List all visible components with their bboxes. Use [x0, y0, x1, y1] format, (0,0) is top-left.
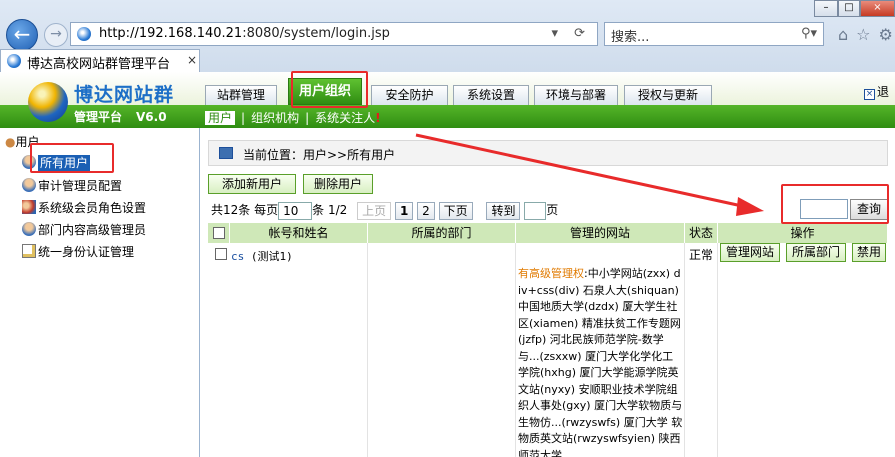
department-button[interactable]: 所属部门	[786, 243, 846, 262]
col-sites: 管理的网站	[516, 223, 685, 243]
select-all-checkbox[interactable]	[213, 227, 225, 239]
breadcrumb-text: 当前位置：用户>>所有用户	[243, 148, 396, 162]
arrow-head	[736, 197, 764, 216]
select-all-cell	[208, 223, 230, 243]
col-department: 所属的部门	[368, 223, 516, 243]
sidebar-item-dept-admin[interactable]: 部门内容高级管理员	[22, 221, 146, 238]
browser-search-input[interactable]: 搜索... ⚲▾	[604, 22, 824, 46]
user-icon	[22, 178, 36, 192]
tab-environment-deployment[interactable]: 环境与部署	[534, 85, 618, 105]
col-divider	[208, 243, 368, 457]
col-status: 状态	[685, 223, 718, 243]
prev-page-button[interactable]: 上页	[357, 201, 392, 220]
pagination: 共12条 每页 10 条 1/2 上页 1 2 下页 转到 页	[211, 201, 558, 220]
col-divider	[685, 243, 718, 457]
goto-page-input[interactable]	[524, 201, 547, 220]
address-bar[interactable]: http://192.168.140.21:8080/system/login.…	[70, 22, 598, 46]
page-info: 1/2	[327, 203, 348, 217]
per-page-label: 每页	[254, 203, 279, 217]
managed-sites-text: 有高级管理权:中小学网站(zxx) div+css(div) 石泉人大(shiq…	[518, 267, 683, 457]
forward-arrow-icon[interactable]: →	[44, 23, 68, 47]
highlight-query	[781, 184, 889, 224]
delete-user-button[interactable]: 删除用户	[303, 174, 373, 194]
subnav: 用户 | 组织机构 | 系统关注人!	[205, 109, 387, 126]
page-1-button[interactable]: 1	[394, 201, 414, 220]
page-2-button[interactable]: 2	[417, 201, 435, 220]
tab-favicon-icon	[7, 54, 21, 68]
breadcrumb: 当前位置：用户>>所有用户	[208, 140, 888, 166]
window-controls: – □ ×	[814, 0, 895, 17]
row-status: 正常	[689, 248, 714, 262]
tab-title: 博达高校网站群管理平台	[27, 57, 171, 72]
total-count: 共12条	[211, 203, 251, 217]
users-group-icon	[22, 200, 36, 214]
close-window-button[interactable]: ×	[860, 0, 895, 17]
page-suffix: 页	[546, 203, 559, 217]
col-actions: 操作	[790, 226, 815, 240]
highlight-user-org-tab	[291, 71, 368, 108]
search-icon[interactable]: ⚲▾	[801, 26, 817, 41]
sidebar-item-audit-admin[interactable]: 审计管理员配置	[22, 177, 122, 194]
site-favicon-icon	[77, 27, 91, 41]
subnav-system-watchers[interactable]: 系统关注人!	[315, 111, 381, 125]
address-url[interactable]: http://192.168.140.21:8080/system/login.…	[99, 26, 390, 41]
refresh-icon[interactable]: ▾ ⟳	[551, 26, 591, 41]
logo-subtitle: 管理平台 V6.0	[74, 110, 167, 124]
table-header: 帐号和姓名 所属的部门 管理的网站 状态 操作	[208, 223, 887, 243]
tab-security[interactable]: 安全防护	[371, 85, 448, 105]
subnav-organization[interactable]: 组织机构	[251, 111, 299, 125]
alert-icon: !	[375, 111, 381, 125]
goto-page-button[interactable]: 转到	[486, 201, 521, 220]
monitor-icon	[219, 147, 233, 159]
logo-icon	[28, 82, 68, 122]
disable-button[interactable]: 禁用	[852, 243, 886, 262]
per-page-suffix: 条	[312, 203, 325, 217]
add-user-button[interactable]: 添加新用户	[208, 174, 296, 194]
browser-tab[interactable]: 博达高校网站群管理平台 ×	[0, 49, 200, 72]
manage-sites-button[interactable]: 管理网站	[720, 243, 780, 262]
logo-text: 博达网站群	[74, 84, 175, 106]
home-star-gear-icons[interactable]: ⌂☆⚙	[838, 25, 895, 44]
tab-site-management[interactable]: 站群管理	[205, 85, 277, 105]
col-account: 帐号和姓名	[230, 223, 368, 243]
col-divider	[368, 243, 516, 457]
sidebar-item-member-roles[interactable]: 系统级会员角色设置	[22, 199, 146, 216]
sidebar-item-sso[interactable]: 统一身份认证管理	[22, 243, 134, 260]
back-arrow-icon[interactable]: ←	[6, 19, 38, 51]
highlight-all-users	[30, 143, 114, 173]
logout-button[interactable]: × 退	[864, 83, 889, 100]
minimize-button[interactable]: –	[814, 0, 838, 17]
row-account[interactable]: cs (测试1)	[231, 248, 293, 264]
close-box-icon: ×	[864, 89, 875, 100]
tab-license-update[interactable]: 授权与更新	[624, 85, 712, 105]
subnav-users[interactable]: 用户	[205, 111, 236, 125]
user-icon	[22, 222, 36, 236]
maximize-button[interactable]: □	[838, 0, 860, 17]
next-page-button[interactable]: 下页	[438, 201, 473, 220]
tab-close-icon[interactable]: ×	[187, 53, 197, 67]
per-page-input[interactable]: 10	[278, 201, 313, 220]
tab-system-settings[interactable]: 系统设置	[453, 85, 529, 105]
document-edit-icon	[22, 244, 36, 258]
row-checkbox[interactable]	[215, 248, 227, 260]
